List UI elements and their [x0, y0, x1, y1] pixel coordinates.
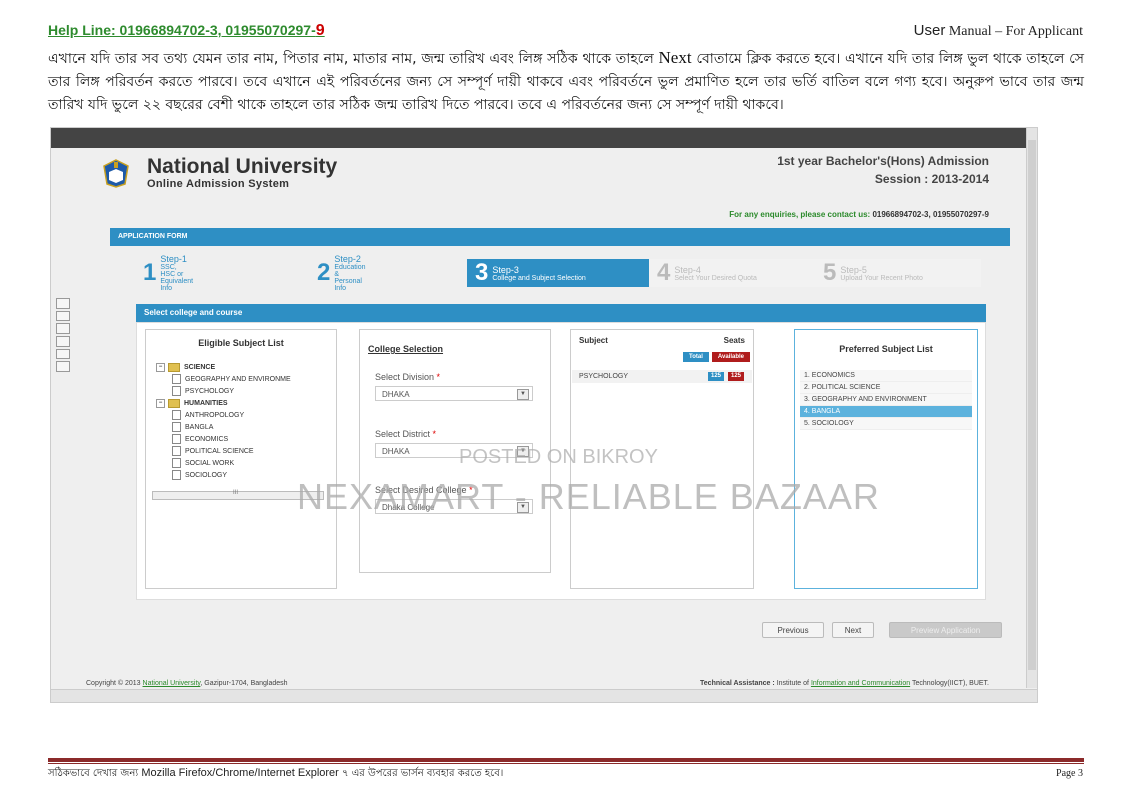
- district-label: Select District *: [375, 429, 437, 439]
- helpline-suffix: 9: [315, 22, 325, 39]
- tree-item[interactable]: ANTHROPOLOGY: [156, 410, 336, 422]
- preferred-item-selected[interactable]: 4. BANGLA: [800, 406, 972, 418]
- footer-note: সঠিকভাবে দেখার জন্য Mozilla Firefox/Chro…: [48, 767, 504, 779]
- vertical-scrollbar[interactable]: [1026, 128, 1037, 688]
- watermark-large: NEXAMART - RELIABLE BAZAAR: [297, 476, 880, 517]
- step-2-tab[interactable]: 2 Step-2 Education & Personal Info: [317, 254, 366, 292]
- available-tag: Available: [711, 352, 750, 362]
- browser-screenshot: National University Online Admission Sys…: [50, 127, 1038, 703]
- eligible-heading: Eligible Subject List: [198, 338, 284, 348]
- technical-assistance-text: Technical Assistance : Institute of Info…: [700, 680, 989, 687]
- university-link[interactable]: National University: [143, 680, 201, 687]
- manual-title: User Manual – For Applicant: [913, 22, 1083, 39]
- footer-rule-thin: [48, 763, 1084, 764]
- preferred-item[interactable]: 5. SOCIOLOGY: [800, 418, 972, 430]
- tree-item[interactable]: SOCIAL WORK: [156, 458, 336, 470]
- file-icon: [172, 374, 181, 385]
- next-word: Next: [658, 48, 692, 67]
- university-logo-icon: [103, 159, 129, 188]
- preferred-item[interactable]: 3. GEOGRAPHY AND ENVIRONMENT: [800, 394, 972, 406]
- admission-title: 1st year Bachelor's(Hons) Admission: [777, 154, 989, 168]
- tree-item[interactable]: GEOGRAPHY AND ENVIRONME: [156, 374, 336, 386]
- step-3-tab[interactable]: 3 Step-3 College and Subject Selection: [467, 259, 649, 287]
- subject-col-header: Subject: [579, 336, 608, 345]
- preferred-list: 1. ECONOMICS 2. POLITICAL SCIENCE 3. GEO…: [800, 370, 972, 430]
- subject-row[interactable]: PSYCHOLOGY 125 125: [572, 370, 752, 383]
- available-count: 125: [727, 372, 744, 381]
- tree-item[interactable]: ECONOMICS: [156, 434, 336, 446]
- preferred-heading: Preferred Subject List: [839, 344, 933, 354]
- division-select[interactable]: DHAKA ▼: [375, 386, 533, 401]
- tree-item[interactable]: POLITICAL SCIENCE: [156, 446, 336, 458]
- folder-icon: [168, 398, 180, 408]
- file-icon: [172, 422, 181, 433]
- enquiry-text: For any enquiries, please contact us: 01…: [729, 210, 989, 219]
- subject-tree: − SCIENCE GEOGRAPHY AND ENVIRONME PSYCHOL…: [156, 362, 336, 482]
- instruction-paragraph: এখানে যদি তার সব তথ্য যেমন তার নাম, পিতা…: [48, 48, 1084, 113]
- tree-item[interactable]: BANGLA: [156, 422, 336, 434]
- site-subtitle: Online Admission System: [147, 178, 290, 190]
- tree-group-humanities[interactable]: − HUMANITIES: [156, 398, 336, 410]
- site-title: National University: [147, 155, 338, 178]
- eligible-subject-box: Eligible Subject List − SCIENCE GEOGRAPHY…: [145, 329, 337, 589]
- tree-group-science[interactable]: − SCIENCE: [156, 362, 336, 374]
- file-icon: [172, 446, 181, 457]
- step-4-tab[interactable]: 4 Step-4 Select Your Desired Quota: [649, 259, 815, 287]
- file-icon: [172, 386, 181, 397]
- chevron-down-icon: ▼: [517, 389, 529, 400]
- total-count: 125: [707, 372, 724, 381]
- file-icon: [172, 458, 181, 469]
- previous-button[interactable]: Previous: [762, 622, 824, 638]
- session-label: Session : 2013-2014: [874, 172, 989, 186]
- file-icon: [172, 410, 181, 421]
- copyright-text: Copyright © 2013 National University, Ga…: [86, 680, 288, 687]
- section-bar: Select college and course: [136, 304, 986, 322]
- step-5-tab[interactable]: 5 Step-5 Upload Your Recent Photo: [815, 259, 981, 287]
- folder-icon: [168, 362, 180, 372]
- footer-rule: [48, 758, 1084, 762]
- college-selection-heading: College Selection: [368, 344, 444, 354]
- step-1-tab[interactable]: 1 Step-1 SSC, HSC or Equivalent Info: [143, 254, 193, 292]
- page-number: Page 3: [1056, 768, 1083, 779]
- watermark-small: POSTED ON BIKROY: [459, 446, 658, 468]
- file-icon: [172, 434, 181, 445]
- division-label: Select Division *: [375, 372, 441, 382]
- helpline-text: Help Line: 01966894702-3, 01955070297-9: [48, 22, 325, 39]
- preferred-subject-box: Preferred Subject List 1. ECONOMICS 2. P…: [794, 329, 978, 589]
- total-tag: Total: [682, 352, 709, 362]
- file-icon: [172, 470, 181, 481]
- iict-link[interactable]: Information and Communication: [811, 680, 910, 687]
- horizontal-scrollbar[interactable]: [51, 689, 1037, 702]
- seats-col-header: Seats: [723, 336, 745, 345]
- browser-topbar: [51, 128, 1037, 148]
- preferred-item[interactable]: 1. ECONOMICS: [800, 370, 972, 382]
- side-toolbar[interactable]: [56, 298, 70, 373]
- preferred-item[interactable]: 2. POLITICAL SCIENCE: [800, 382, 972, 394]
- application-form-bar: APPLICATION FORM: [110, 228, 1010, 246]
- tree-item[interactable]: PSYCHOLOGY: [156, 386, 336, 398]
- next-button[interactable]: Next: [832, 622, 874, 638]
- preview-application-button[interactable]: Preview Application: [889, 622, 1002, 638]
